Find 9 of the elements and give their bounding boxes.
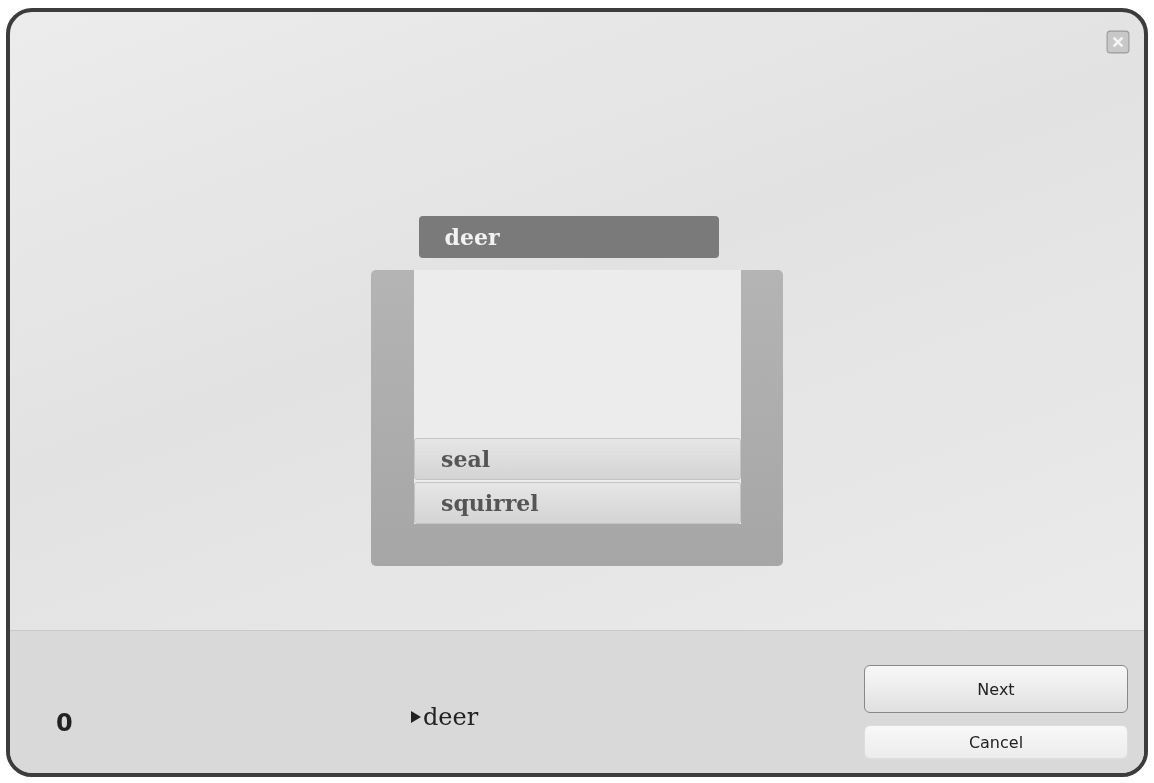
play-icon bbox=[411, 711, 421, 723]
word-tile: seal bbox=[414, 438, 741, 480]
word-tile: squirrel bbox=[414, 482, 741, 524]
next-button[interactable]: Next bbox=[864, 665, 1128, 713]
play-word-button[interactable]: deer bbox=[411, 703, 479, 731]
word-tile[interactable]: deer bbox=[418, 216, 719, 258]
cancel-button[interactable]: Cancel bbox=[864, 725, 1128, 759]
close-icon[interactable] bbox=[1106, 30, 1130, 54]
score: 0 bbox=[56, 709, 74, 737]
